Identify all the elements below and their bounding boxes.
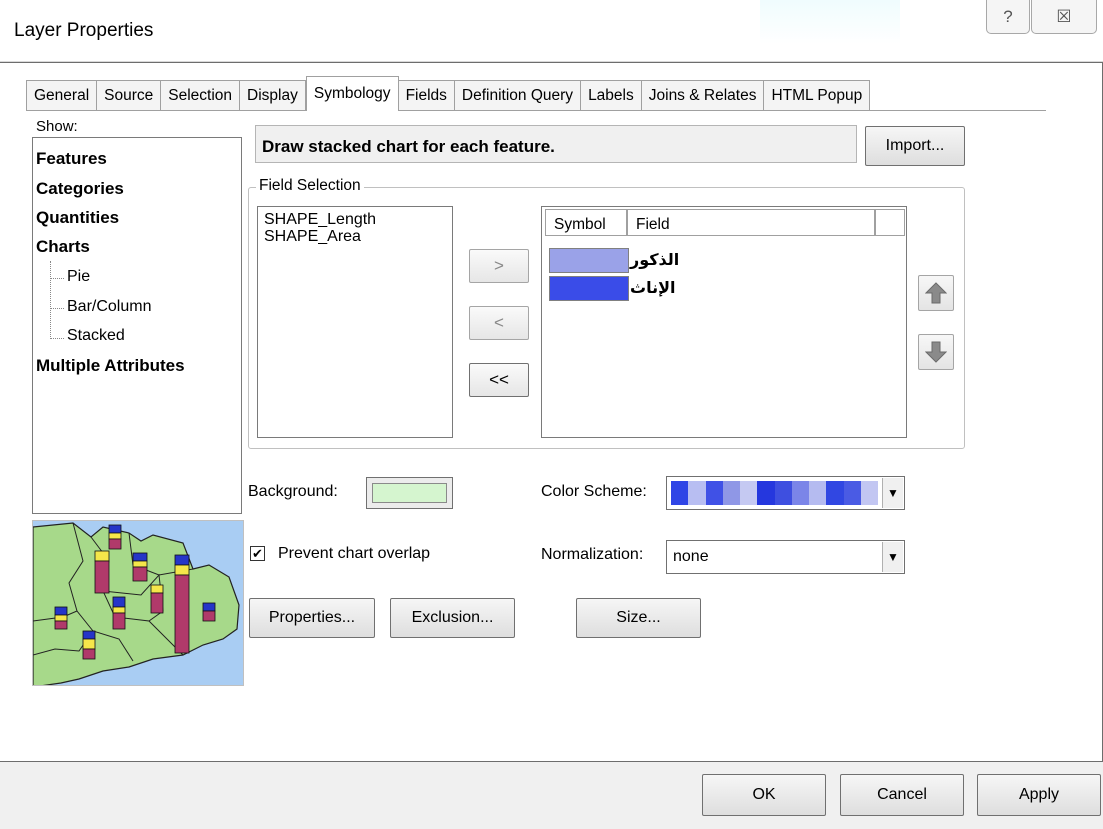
show-item-quantities[interactable]: Quantities [36,208,119,228]
show-item-categories[interactable]: Categories [36,179,124,199]
move-up-button[interactable] [918,275,954,311]
tab-strip: General Source Selection Display Symbolo… [26,76,871,111]
ok-button[interactable]: OK [702,774,826,816]
show-subitem-stacked[interactable]: Stacked [67,327,125,345]
chevron-down-icon[interactable]: ▼ [882,478,903,508]
background-swatch [372,483,447,503]
color-ramp [671,481,878,505]
close-button[interactable]: ☒ [1031,0,1097,34]
background-glimpse [760,0,900,44]
background-color-button[interactable] [366,477,453,509]
preview-map-icon [33,522,240,685]
tab-source[interactable]: Source [97,80,162,111]
symbol-swatch[interactable] [549,276,629,301]
remove-all-fields-button[interactable]: << [469,363,529,397]
color-ramp-step [809,481,827,505]
column-header-field[interactable]: Field [627,209,875,236]
help-button[interactable]: ? [986,0,1030,34]
tab-general[interactable]: General [26,80,98,111]
color-ramp-step [843,481,861,505]
show-item-charts[interactable]: Charts [36,237,90,257]
show-item-multiple-attributes[interactable]: Multiple Attributes [36,356,185,376]
column-header-spacer [875,209,905,236]
tree-branch [50,278,64,279]
show-item-features[interactable]: Features [36,149,107,169]
remove-field-button[interactable]: < [469,306,529,340]
table-row-field[interactable]: الإناث [630,278,676,298]
tab-symbology[interactable]: Symbology [305,76,399,111]
checkmark-icon: ✔ [252,546,263,561]
color-ramp-step [671,481,689,505]
tab-definition-query[interactable]: Definition Query [454,80,582,111]
add-field-button[interactable]: > [469,249,529,283]
color-ramp-step [826,481,844,505]
symbol-swatch[interactable] [549,248,629,273]
show-subitem-bar-column[interactable]: Bar/Column [67,298,151,316]
color-ramp-step [705,481,723,505]
arrow-up-icon [925,282,947,304]
prevent-overlap-label[interactable]: Prevent chart overlap [278,545,430,563]
stacked-chart-preview [32,520,244,686]
show-subitem-pie[interactable]: Pie [67,268,90,286]
chevron-down-icon[interactable]: ▼ [882,542,903,572]
field-selection-label: Field Selection [256,177,364,195]
tree-branch [50,308,64,309]
normalization-select[interactable]: none ▼ [666,540,905,574]
color-scheme-select[interactable]: ▼ [666,476,905,510]
prevent-overlap-checkbox[interactable]: ✔ [250,546,265,561]
color-ramp-step [791,481,809,505]
tab-html-popup[interactable]: HTML Popup [764,80,871,111]
selected-fields-table[interactable]: Symbol Field الذكور الإناث [541,206,907,438]
tab-labels[interactable]: Labels [581,80,642,111]
close-icon: ☒ [1056,6,1072,26]
available-fields-list[interactable]: SHAPE_Length SHAPE_Area [257,206,453,438]
help-icon: ? [1003,6,1013,26]
color-ramp-step [688,481,706,505]
color-scheme-label: Color Scheme: [541,483,647,500]
title-bar [0,0,1103,62]
tab-fields[interactable]: Fields [398,80,455,111]
import-button[interactable]: Import... [865,126,965,166]
column-header-symbol[interactable]: Symbol [545,209,627,236]
tab-panel-edge [26,110,1046,116]
apply-button[interactable]: Apply [977,774,1101,816]
exclusion-button[interactable]: Exclusion... [390,598,515,638]
renderer-description: Draw stacked chart for each feature. [255,125,857,163]
show-tree[interactable]: Features Categories Quantities Charts Pi… [32,137,242,514]
tree-branch [50,338,64,339]
color-ramp-step [757,481,775,505]
move-down-button[interactable] [918,334,954,370]
normalization-label: Normalization: [541,546,644,563]
table-row-field[interactable]: الذكور [630,250,679,270]
background-label: Background: [248,483,338,500]
tab-joins-relates[interactable]: Joins & Relates [641,80,765,111]
cancel-button[interactable]: Cancel [840,774,964,816]
list-item[interactable]: SHAPE_Length [264,211,446,228]
color-ramp-step [740,481,758,505]
normalization-value: none [673,548,709,565]
color-ramp-step [722,481,740,505]
color-ramp-step [774,481,792,505]
show-label: Show: [36,118,78,135]
tab-display[interactable]: Display [240,80,306,111]
tab-selection[interactable]: Selection [161,80,241,111]
window-title: Layer Properties [14,20,154,41]
arrow-down-icon [925,341,947,363]
size-button[interactable]: Size... [576,598,701,638]
tree-line [50,261,51,339]
color-ramp-step [860,481,878,505]
list-item[interactable]: SHAPE_Area [264,228,446,245]
properties-button[interactable]: Properties... [249,598,375,638]
